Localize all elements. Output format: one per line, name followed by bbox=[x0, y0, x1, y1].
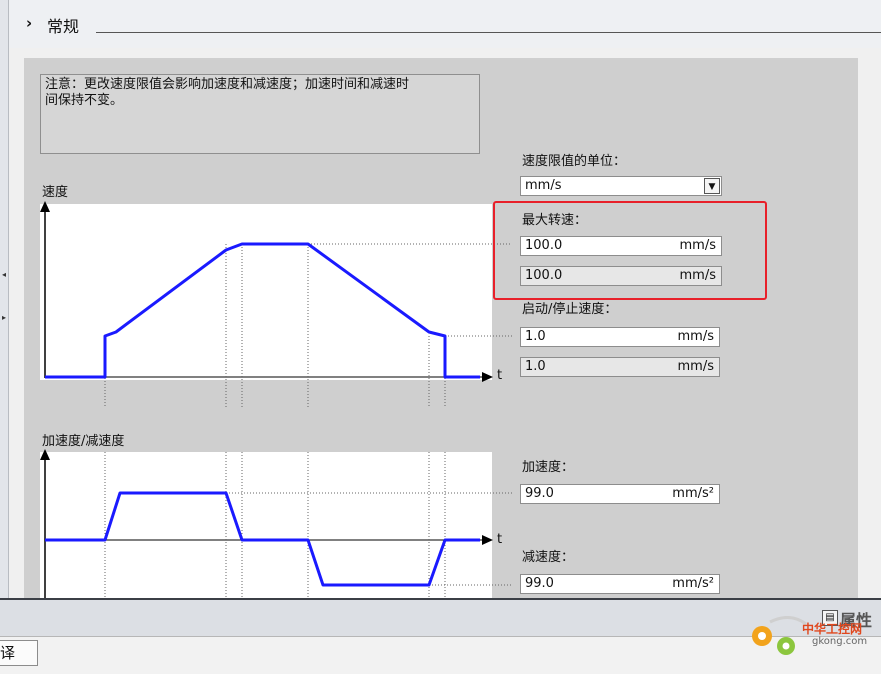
highlight-annotation bbox=[493, 201, 767, 300]
section-header bbox=[9, 0, 881, 48]
section-divider bbox=[96, 32, 881, 33]
start-stop-speed-unit: mm/s bbox=[677, 329, 714, 344]
accel-profile-chart bbox=[40, 449, 512, 598]
accel-chart-background bbox=[40, 452, 492, 598]
start-stop-speed-label: 启动/停止速度： bbox=[522, 302, 618, 317]
speed-chart-background bbox=[40, 204, 492, 380]
start-stop-speed-value: 1.0 bbox=[525, 329, 546, 344]
gear-logo-icon bbox=[752, 616, 807, 655]
left-rail bbox=[0, 0, 9, 600]
bottom-tab[interactable]: 译 bbox=[0, 640, 38, 666]
chevron-down-icon[interactable]: ▼ bbox=[704, 178, 720, 194]
watermark: 中华工控网 gkong.com bbox=[740, 614, 880, 659]
speed-profile-chart bbox=[40, 201, 512, 408]
start-stop-speed-readout: 1.0 mm/s bbox=[520, 357, 720, 377]
deceleration-unit: mm/s² bbox=[672, 576, 714, 591]
deceleration-input[interactable]: 99.0 mm/s² bbox=[520, 574, 720, 594]
start-stop-speed-readout-value: 1.0 bbox=[525, 359, 546, 374]
speed-t-label: t bbox=[497, 368, 503, 383]
acceleration-unit: mm/s² bbox=[672, 486, 714, 501]
watermark-url: gkong.com bbox=[812, 636, 868, 647]
deceleration-label: 减速度： bbox=[522, 550, 575, 565]
deceleration-value: 99.0 bbox=[525, 576, 554, 591]
accel-chart-title: 加速度/减速度 bbox=[42, 434, 125, 449]
start-stop-speed-input[interactable]: 1.0 mm/s bbox=[520, 327, 720, 347]
section-chevron-icon[interactable]: › bbox=[26, 14, 32, 32]
expand-right-icon[interactable]: ▸ bbox=[1, 313, 7, 323]
acceleration-value: 99.0 bbox=[525, 486, 554, 501]
note-text: 注意：更改速度限值会影响加速度和减速度；加速时间和减速时 间保持不变。 bbox=[40, 74, 480, 154]
unit-select-value: mm/s bbox=[525, 178, 562, 193]
watermark-cn: 中华工控网 bbox=[802, 622, 863, 636]
acceleration-input[interactable]: 99.0 mm/s² bbox=[520, 484, 720, 504]
unit-select[interactable]: mm/s ▼ bbox=[520, 176, 722, 196]
collapse-left-icon[interactable]: ◂ bbox=[1, 270, 7, 280]
section-title[interactable]: 常规 bbox=[47, 13, 79, 37]
accel-t-label: t bbox=[497, 532, 503, 547]
unit-select-label: 速度限值的单位： bbox=[522, 154, 627, 169]
start-stop-speed-readout-unit: mm/s bbox=[677, 359, 714, 374]
acceleration-label: 加速度： bbox=[522, 460, 575, 475]
